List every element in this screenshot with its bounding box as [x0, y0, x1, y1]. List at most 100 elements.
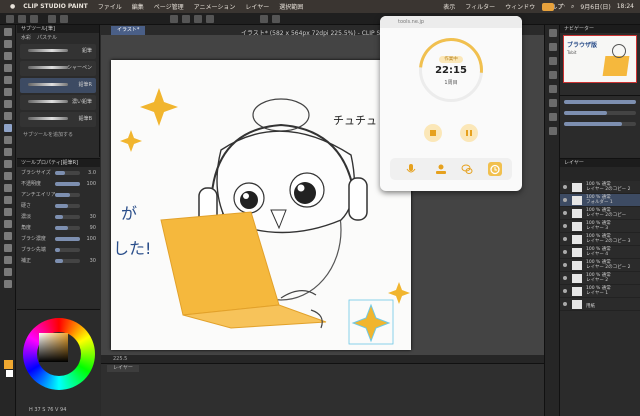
tool-property-row[interactable]: 硬さ — [17, 200, 100, 211]
menu-animation[interactable]: アニメーション — [194, 2, 236, 11]
pause-button[interactable] — [460, 124, 478, 142]
subtool-tab-pastel[interactable]: パステル — [37, 34, 57, 41]
zoom-level[interactable]: 225.5 — [113, 356, 127, 362]
selection-tool-icon[interactable] — [4, 76, 12, 84]
layer-row[interactable]: 100 % 通常 レイヤー 2のコピー 2 — [560, 259, 640, 272]
eye-icon[interactable] — [563, 198, 567, 202]
layer-row[interactable]: 100 % 通常 フォルダー 1 — [560, 194, 640, 207]
microphone-icon[interactable] — [404, 162, 418, 176]
item-bank-icon[interactable] — [549, 127, 557, 135]
brush-item[interactable]: 鉛筆B — [20, 112, 96, 127]
tool-property-row[interactable]: 角度 90 — [17, 222, 100, 233]
search-icon[interactable]: ⌕ — [571, 3, 574, 11]
property-slider[interactable] — [55, 225, 80, 230]
subtool-tab-watercolor[interactable]: 水彩 — [21, 34, 31, 41]
eye-icon[interactable] — [563, 237, 567, 241]
brush-item[interactable]: 鉛筆 — [20, 44, 96, 59]
move-tool-icon[interactable] — [4, 40, 12, 48]
chat-icon[interactable] — [460, 162, 474, 176]
navigator-thumbnail[interactable]: ブラウザ版 Tobit — [563, 35, 637, 83]
layer-row[interactable]: 100 % 通常 レイヤー 2のコピー 3 — [560, 233, 640, 246]
zoom-tool-icon[interactable] — [4, 28, 12, 36]
document-tab[interactable]: イラスト* — [111, 26, 146, 35]
app-menu[interactable]: CLIP STUDIO PAINT — [23, 3, 87, 10]
layer-row[interactable]: 100 % 通常 レイヤー 2 — [560, 272, 640, 285]
auto-action-icon[interactable] — [549, 113, 557, 121]
bottom-panel-tab[interactable]: レイヤー — [107, 365, 139, 372]
saturation-value-square[interactable] — [39, 333, 68, 362]
main-color-swatch[interactable] — [4, 360, 13, 369]
history-icon[interactable] — [549, 85, 557, 93]
new-file-icon[interactable] — [6, 15, 14, 23]
menu-selection[interactable]: 選択範囲 — [279, 2, 303, 11]
brush-item[interactable]: 濃い鉛筆 — [20, 95, 96, 110]
add-subtool-button[interactable]: サブツールを追加する — [17, 129, 99, 140]
eye-icon[interactable] — [563, 250, 567, 254]
layer-blend-controls[interactable] — [560, 167, 640, 181]
figure-tool-icon[interactable] — [4, 220, 12, 228]
gradient-tool-icon[interactable] — [4, 208, 12, 216]
menu-layer[interactable]: レイヤー — [245, 2, 269, 11]
navigator-panel-icon[interactable] — [549, 29, 557, 37]
stop-button[interactable] — [424, 124, 442, 142]
apple-icon[interactable]: ● — [10, 3, 15, 10]
ruler-icon[interactable] — [272, 15, 280, 23]
property-slider[interactable] — [55, 258, 80, 263]
eye-icon[interactable] — [563, 302, 567, 306]
text-tool-icon[interactable] — [4, 256, 12, 264]
airbrush-tool-icon[interactable] — [4, 148, 12, 156]
operation-tool-icon[interactable] — [4, 52, 12, 60]
fill-icon[interactable] — [194, 15, 202, 23]
layer-property-icon[interactable] — [549, 71, 557, 79]
eye-icon[interactable] — [563, 185, 567, 189]
brush-tool-icon[interactable] — [4, 136, 12, 144]
save-icon[interactable] — [30, 15, 38, 23]
layer-row[interactable]: 100 % 通常 レイヤー 3 — [560, 220, 640, 233]
balloon-tool-icon[interactable] — [4, 268, 12, 276]
property-slider[interactable] — [55, 181, 80, 186]
material-icon[interactable] — [549, 57, 557, 65]
sub-color-swatch[interactable] — [6, 370, 13, 377]
eraser-tool-icon[interactable] — [4, 172, 12, 180]
property-slider[interactable] — [55, 236, 80, 241]
pencil-tool-icon[interactable] — [4, 124, 12, 132]
property-slider[interactable] — [55, 192, 80, 197]
deselect-icon[interactable] — [170, 15, 178, 23]
property-slider[interactable] — [55, 203, 80, 208]
tool-property-row[interactable]: 不透明度 100 — [17, 178, 100, 189]
redo-icon[interactable] — [60, 15, 68, 23]
layer-row[interactable]: 100 % 通常 レイヤー 2のコピー 2 — [560, 181, 640, 194]
frame-tool-icon[interactable] — [4, 232, 12, 240]
layer-move-tool-icon[interactable] — [4, 64, 12, 72]
ruler-tool-icon[interactable] — [4, 244, 12, 252]
wifi-icon[interactable]: ◠ — [560, 3, 565, 10]
layer-row[interactable]: 100 % 通常 レイヤー 1 — [560, 285, 640, 298]
menu-view[interactable]: 表示 — [443, 2, 455, 11]
layer-panel-icon[interactable] — [549, 99, 557, 107]
auto-select-tool-icon[interactable] — [4, 88, 12, 96]
tool-property-row[interactable]: ブラシ濃度 100 — [17, 233, 100, 244]
property-slider[interactable] — [55, 214, 80, 219]
menu-edit[interactable]: 編集 — [132, 2, 144, 11]
eye-icon[interactable] — [563, 276, 567, 280]
members-icon[interactable] — [434, 162, 448, 176]
clear-icon[interactable] — [206, 15, 214, 23]
canvas-paper[interactable]: チュチュ が した! — [111, 60, 411, 350]
layer-row[interactable]: 100 % 通常 レイヤー 4 — [560, 246, 640, 259]
undo-icon[interactable] — [48, 15, 56, 23]
brush-item[interactable]: シャーペン — [20, 61, 96, 76]
snap-icon[interactable] — [260, 15, 268, 23]
decoration-tool-icon[interactable] — [4, 160, 12, 168]
correct-line-tool-icon[interactable] — [4, 280, 12, 288]
eye-icon[interactable] — [563, 211, 567, 215]
sub-view-icon[interactable] — [549, 43, 557, 51]
open-file-icon[interactable] — [18, 15, 26, 23]
eye-icon[interactable] — [563, 263, 567, 267]
tool-property-row[interactable]: 濃淡 30 — [17, 211, 100, 222]
property-slider[interactable] — [55, 247, 80, 252]
property-slider[interactable] — [55, 170, 80, 175]
pen-tool-icon[interactable] — [4, 112, 12, 120]
brush-item-selected[interactable]: 鉛筆R — [20, 78, 96, 93]
blend-tool-icon[interactable] — [4, 184, 12, 192]
tool-property-row[interactable]: ブラシ先端 — [17, 244, 100, 255]
